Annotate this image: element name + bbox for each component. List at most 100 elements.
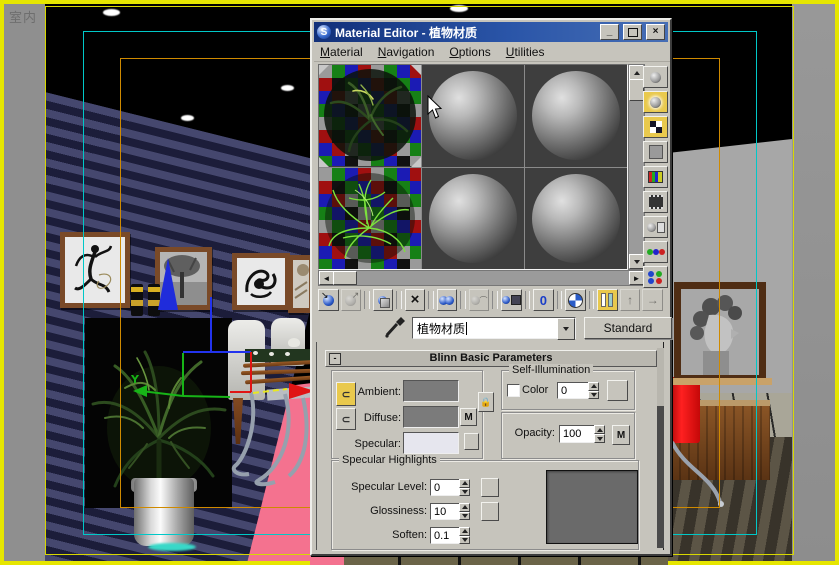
scene-left-area: Y X	[45, 0, 312, 561]
sample-slots-grid	[318, 64, 628, 270]
make-unique-icon	[471, 296, 480, 305]
background-button[interactable]	[643, 116, 668, 138]
scroll-thumb[interactable]	[629, 79, 644, 101]
window-title: Material Editor - 植物材质	[335, 24, 596, 41]
material-editor-window[interactable]: S Material Editor - 植物材质 _ × Material Na…	[310, 18, 672, 556]
maximize-button[interactable]	[623, 24, 642, 40]
rollout-scrollbar-thumb[interactable]	[657, 348, 664, 406]
material-slot-active-plant[interactable]	[319, 65, 421, 167]
material-map-navigator-button[interactable]	[643, 266, 668, 288]
tile-icon	[649, 145, 663, 159]
lock-maps-padlock-button[interactable]: 🔒	[478, 392, 494, 412]
self-illumination-value-field[interactable]: 0	[557, 382, 592, 399]
glossiness-label: Glossiness:	[337, 505, 427, 517]
sphere-icon	[650, 72, 661, 83]
ambient-label: Ambient:	[355, 386, 401, 398]
opacity-spinner[interactable]	[594, 425, 605, 443]
pick-material-eyedropper-icon[interactable]	[384, 316, 406, 338]
diffuse-color-swatch[interactable]	[403, 406, 459, 428]
ambient-color-swatch[interactable]	[403, 380, 459, 402]
rollout-scrollbar[interactable]	[657, 348, 664, 548]
app-logo-icon: S	[317, 25, 331, 39]
viewport-label: 室内	[9, 7, 37, 26]
active-slot-corner	[319, 65, 329, 75]
lock-ambient-diffuse-button[interactable]: ⊂	[336, 382, 356, 406]
padlock-icon: 🔒	[480, 397, 491, 408]
menu-navigation[interactable]: Navigation	[378, 45, 435, 59]
material-name-row: 植物材质 Standard	[318, 316, 666, 338]
scene-right-area	[668, 0, 792, 561]
show-map-in-viewport-button[interactable]	[565, 289, 586, 311]
scroll-up-button[interactable]	[629, 65, 644, 80]
highlight-curve-preview	[546, 470, 638, 544]
specular-map-button[interactable]	[464, 433, 479, 450]
put-material-to-scene-button[interactable]: ↗	[341, 289, 362, 311]
options-button[interactable]	[643, 216, 668, 238]
scroll-left-button[interactable]: ◄	[319, 271, 334, 285]
go-to-parent-button[interactable]: ↑	[620, 289, 641, 311]
minimize-button[interactable]: _	[600, 24, 619, 40]
specular-level-spinner[interactable]	[459, 479, 470, 496]
material-type-button[interactable]: Standard	[584, 317, 672, 339]
material-name-input[interactable]: 植物材质	[412, 317, 576, 339]
self-illumination-spinner[interactable]	[588, 382, 599, 399]
material-slot-wire-plant[interactable]	[319, 168, 421, 270]
collapse-icon[interactable]: -	[329, 353, 341, 365]
rollout-panel: - Blinn Basic Parameters ⊂ ⊂ Ambient: Di…	[316, 342, 664, 550]
checkered-globe-icon	[568, 293, 583, 308]
pot-highlight	[148, 543, 196, 551]
backlight-button[interactable]	[643, 91, 668, 113]
sample-type-button[interactable]	[643, 66, 668, 88]
assign-material-to-selection-button[interactable]	[373, 289, 394, 311]
specular-color-swatch[interactable]	[403, 432, 459, 454]
material-name-dropdown-button[interactable]	[557, 318, 575, 340]
diffuse-map-button[interactable]: M	[460, 408, 477, 426]
reset-map-button[interactable]: ×	[405, 289, 426, 311]
opacity-map-button[interactable]: M	[612, 425, 630, 445]
specular-level-label: Specular Level:	[337, 481, 427, 493]
titlebar[interactable]: S Material Editor - 植物材质 _ ×	[314, 22, 668, 42]
get-material-button[interactable]: ↘	[318, 289, 339, 311]
show-end-result-button[interactable]	[597, 289, 618, 311]
glossiness-spinner[interactable]	[459, 503, 470, 520]
soften-label: Soften:	[337, 529, 427, 541]
rollout-header-blinn-basic-parameters[interactable]: - Blinn Basic Parameters	[325, 350, 657, 367]
put-to-library-button[interactable]	[501, 289, 522, 311]
material-slot[interactable]	[422, 168, 524, 270]
make-unique-button[interactable]: ⌒	[469, 289, 490, 311]
main-toolbar: ↘ ↗ × ⌒ 0 ↑ →	[318, 288, 663, 312]
select-by-material-button[interactable]	[643, 241, 668, 263]
material-id-channel-button[interactable]: 0	[533, 289, 554, 311]
menu-utilities[interactable]: Utilities	[506, 45, 545, 59]
make-material-copy-button[interactable]	[437, 289, 458, 311]
menu-options[interactable]: Options	[449, 45, 490, 59]
transform-gizmo: Y X	[87, 295, 312, 410]
backlight-icon	[650, 97, 661, 108]
opacity-value-field[interactable]: 100	[559, 425, 598, 443]
scroll-right-button[interactable]: ►	[629, 271, 644, 285]
go-to-sibling-icon: →	[647, 293, 659, 307]
menu-material[interactable]: Material	[320, 45, 363, 59]
navigator-icon	[648, 271, 663, 284]
sample-uv-tiling-button[interactable]	[643, 141, 668, 163]
self-illumination-map-button[interactable]	[607, 380, 628, 401]
go-forward-to-sibling-button[interactable]: →	[642, 289, 663, 311]
material-slot[interactable]	[525, 168, 627, 270]
video-color-check-button[interactable]	[643, 166, 668, 188]
make-preview-button[interactable]	[643, 191, 668, 213]
3dsmax-viewport[interactable]: 室内	[0, 0, 839, 565]
ceiling-light-blob	[450, 5, 468, 12]
go-to-parent-icon: ↑	[627, 293, 633, 307]
slots-horizontal-scrollbar[interactable]: ◄ ►	[318, 270, 645, 286]
scroll-down-button[interactable]	[629, 254, 644, 269]
material-slot[interactable]	[525, 65, 627, 167]
reset-x-icon: ×	[411, 295, 420, 305]
lock-diffuse-specular-button[interactable]: ⊂	[336, 408, 356, 430]
scroll-thumb[interactable]	[333, 271, 357, 285]
specular-level-map-button[interactable]	[481, 478, 499, 497]
chrome-tube-leg	[668, 440, 738, 510]
self-illumination-color-checkbox[interactable]	[507, 384, 520, 397]
close-button[interactable]: ×	[646, 24, 665, 40]
soften-spinner[interactable]	[459, 527, 470, 544]
glossiness-map-button[interactable]	[481, 502, 499, 521]
